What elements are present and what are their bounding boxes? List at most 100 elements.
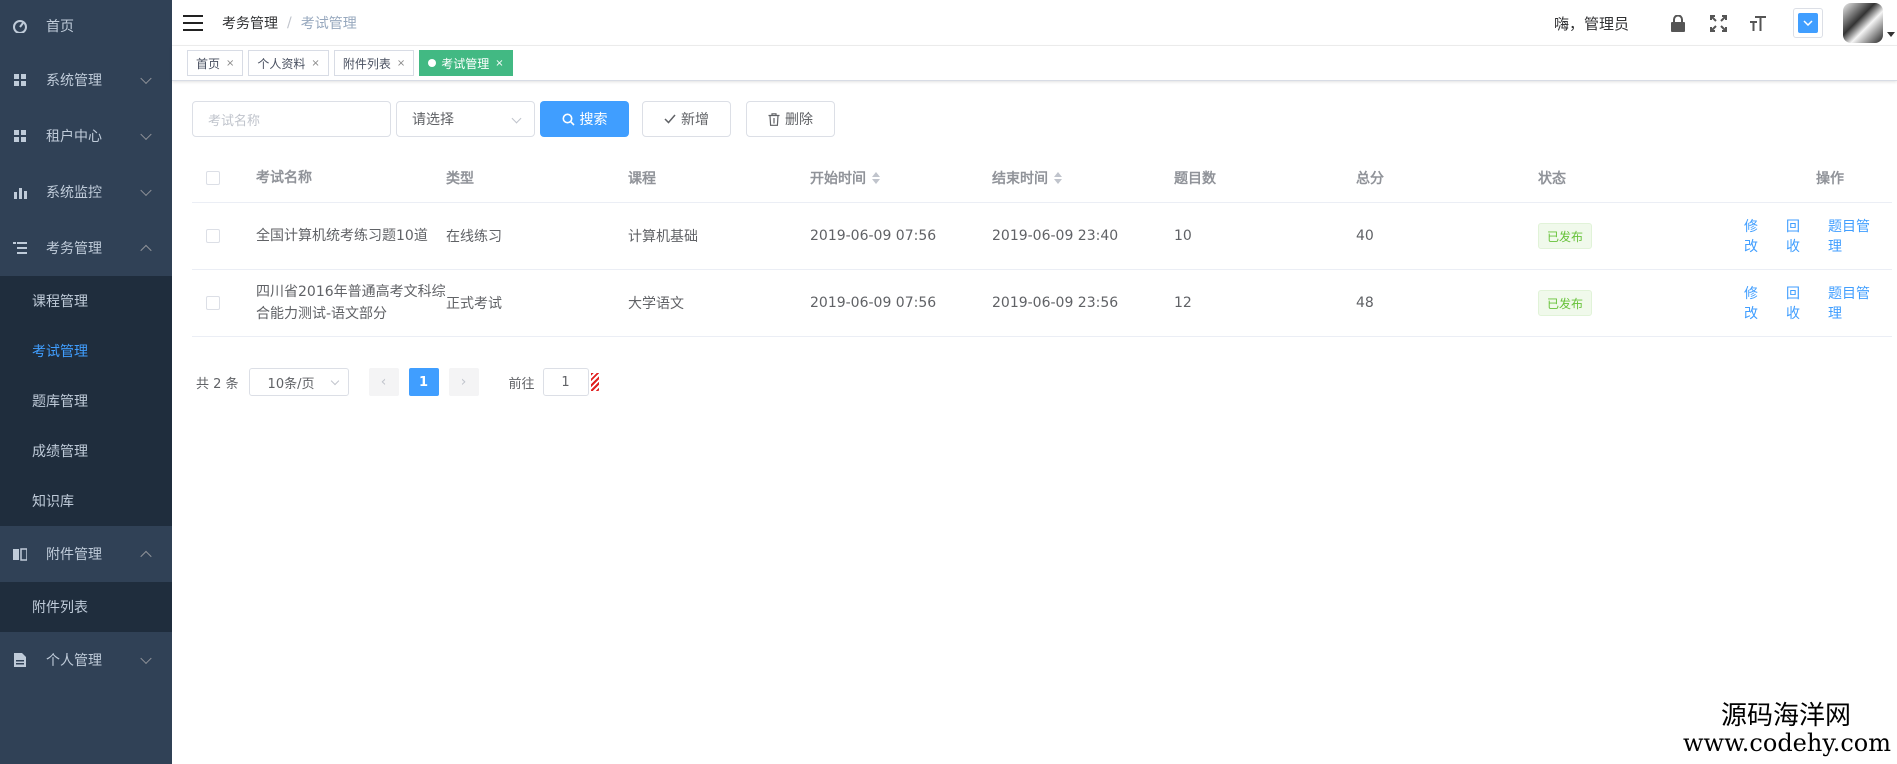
- question-manage-link[interactable]: 题目管理: [1828, 216, 1880, 256]
- cell-end-time: 2019-06-09 23:56: [992, 295, 1119, 311]
- sidebar-item-knowledge[interactable]: 知识库: [0, 476, 172, 526]
- check-icon: [664, 114, 676, 124]
- delete-button[interactable]: 删除: [746, 101, 835, 137]
- breadcrumb-separator: /: [287, 14, 292, 31]
- cell-question-count: 10: [1174, 228, 1192, 244]
- avatar[interactable]: [1843, 3, 1883, 43]
- row-select[interactable]: [192, 203, 256, 269]
- sidebar-item-course[interactable]: 课程管理: [0, 276, 172, 326]
- next-page-button[interactable]: ›: [448, 368, 479, 396]
- close-icon[interactable]: ×: [495, 58, 503, 69]
- sort-icon[interactable]: [1054, 171, 1062, 184]
- bar-chart-icon: [12, 184, 28, 200]
- exam-name-input[interactable]: 考试名称: [192, 101, 391, 137]
- checkbox[interactable]: [206, 170, 220, 185]
- list-icon: [12, 240, 28, 256]
- chevron-down-icon: [140, 184, 152, 197]
- tag-label: 个人资料: [257, 56, 306, 71]
- sidebar-item-label: 系统监控: [46, 185, 102, 201]
- header-end-time[interactable]: 结束时间: [992, 153, 1174, 202]
- sort-icon[interactable]: [872, 171, 880, 184]
- close-icon[interactable]: ×: [226, 58, 234, 69]
- fullscreen-icon[interactable]: [1709, 14, 1727, 32]
- chevron-up-icon: [140, 550, 152, 563]
- sidebar-item-home[interactable]: 首页: [0, 0, 172, 52]
- sidebar-item-attachment-list[interactable]: 附件列表: [0, 582, 172, 632]
- cell-type: 在线练习: [446, 229, 502, 245]
- sidebar-item-monitor[interactable]: 系统监控: [0, 164, 172, 220]
- header-select-all[interactable]: [192, 153, 256, 202]
- cell-operations: 修改 回收 题目管理: [1728, 203, 1892, 269]
- row-select[interactable]: [192, 270, 256, 336]
- add-button-label: 新增: [681, 112, 709, 128]
- header-label: 结束时间: [992, 170, 1048, 187]
- watermark-url: www.codehy.com: [1683, 729, 1891, 757]
- breadcrumb: 考务管理 / 考试管理: [222, 13, 357, 33]
- search-button[interactable]: 搜索: [540, 101, 629, 137]
- sidebar-item-tenant[interactable]: 租户中心: [0, 108, 172, 164]
- edit-link[interactable]: 修改: [1744, 216, 1770, 256]
- sidebar: 首页 系统管理 租户中心 系统监控 考务管理 课程管理 考试管理 题库管理 成绩…: [0, 0, 172, 764]
- edit-link[interactable]: 修改: [1744, 283, 1770, 323]
- caret-down-icon[interactable]: [1887, 32, 1895, 37]
- close-icon[interactable]: ×: [397, 58, 405, 69]
- sidebar-item-personal[interactable]: 个人管理: [0, 632, 172, 688]
- header-start-time[interactable]: 开始时间: [810, 153, 992, 202]
- recycle-link[interactable]: 回收: [1786, 216, 1812, 256]
- pagination: 共 2 条 10条/页 ‹ 1 › 前往 1: [196, 368, 599, 396]
- header-status: 状态: [1538, 170, 1566, 187]
- checkbox[interactable]: [206, 296, 220, 310]
- add-button[interactable]: 新增: [642, 101, 731, 137]
- header-type: 类型: [446, 170, 474, 187]
- lock-icon[interactable]: [1669, 14, 1687, 32]
- sidebar-item-system[interactable]: 系统管理: [0, 52, 172, 108]
- sidebar-item-question-bank[interactable]: 题库管理: [0, 376, 172, 426]
- prev-page-button[interactable]: ‹: [368, 368, 399, 396]
- sidebar-item-grades[interactable]: 成绩管理: [0, 426, 172, 476]
- attachment-submenu: 附件列表: [0, 582, 172, 632]
- page-number-current[interactable]: 1: [408, 368, 439, 396]
- sidebar-item-exam[interactable]: 考务管理: [0, 220, 172, 276]
- chevron-down-icon: [330, 376, 339, 386]
- hamburger-menu-icon[interactable]: [183, 14, 203, 31]
- tag-home[interactable]: 首页 ×: [187, 50, 244, 76]
- navbar-right: 嗨，管理员: [1554, 0, 1897, 46]
- tag-attachment-list[interactable]: 附件列表 ×: [333, 50, 415, 76]
- tag-label: 考试管理: [441, 56, 490, 71]
- tag-exam-manage[interactable]: 考试管理 ×: [419, 50, 513, 76]
- breadcrumb-item[interactable]: 考务管理: [222, 13, 278, 33]
- tag-profile[interactable]: 个人资料 ×: [248, 50, 329, 76]
- cell-name: 四川省2016年普通高考文科综合能力测试-语文部分: [256, 284, 446, 322]
- exam-type-select[interactable]: 请选择: [396, 101, 535, 137]
- checkbox[interactable]: [206, 229, 220, 243]
- exam-table: 考试名称 类型 课程 开始时间 结束时间 题目数 总分 状态 操作 全国计算机统…: [192, 153, 1892, 337]
- close-icon[interactable]: ×: [311, 58, 319, 69]
- cursor-mark: [590, 373, 599, 391]
- sidebar-item-label: 租户中心: [46, 129, 102, 145]
- goto-label: 前往: [508, 376, 535, 392]
- sidebar-item-exam-manage[interactable]: 考试管理: [0, 326, 172, 376]
- search-button-label: 搜索: [579, 112, 608, 128]
- goto-page-input[interactable]: 1: [542, 368, 589, 396]
- question-manage-link[interactable]: 题目管理: [1828, 283, 1880, 323]
- header-name: 考试名称: [256, 169, 312, 186]
- pagination-total: 共 2 条: [196, 376, 239, 392]
- watermark: 源码海洋网 www.codehy.com: [1683, 702, 1891, 756]
- cell-start-time: 2019-06-09 07:56: [810, 295, 937, 311]
- select-value: 请选择: [412, 112, 454, 128]
- search-icon: [562, 113, 575, 126]
- chevron-down-icon: [140, 652, 152, 665]
- page-size-select[interactable]: 10条/页: [248, 368, 349, 396]
- theme-picker-button[interactable]: [1793, 8, 1823, 38]
- cell-status: 已发布: [1538, 203, 1728, 269]
- status-badge: 已发布: [1538, 223, 1593, 249]
- trash-icon: [768, 112, 780, 126]
- recycle-link[interactable]: 回收: [1786, 283, 1812, 323]
- sidebar-item-attachment[interactable]: 附件管理: [0, 526, 172, 582]
- chevron-down-icon: [140, 128, 152, 141]
- cell-name: 全国计算机统考练习题10道: [256, 228, 428, 244]
- font-size-icon[interactable]: [1749, 14, 1767, 32]
- sidebar-item-label: 个人管理: [46, 653, 102, 669]
- document-icon: [12, 652, 28, 668]
- filter-toolbar: 考试名称 请选择 搜索 新增 删除: [192, 101, 835, 137]
